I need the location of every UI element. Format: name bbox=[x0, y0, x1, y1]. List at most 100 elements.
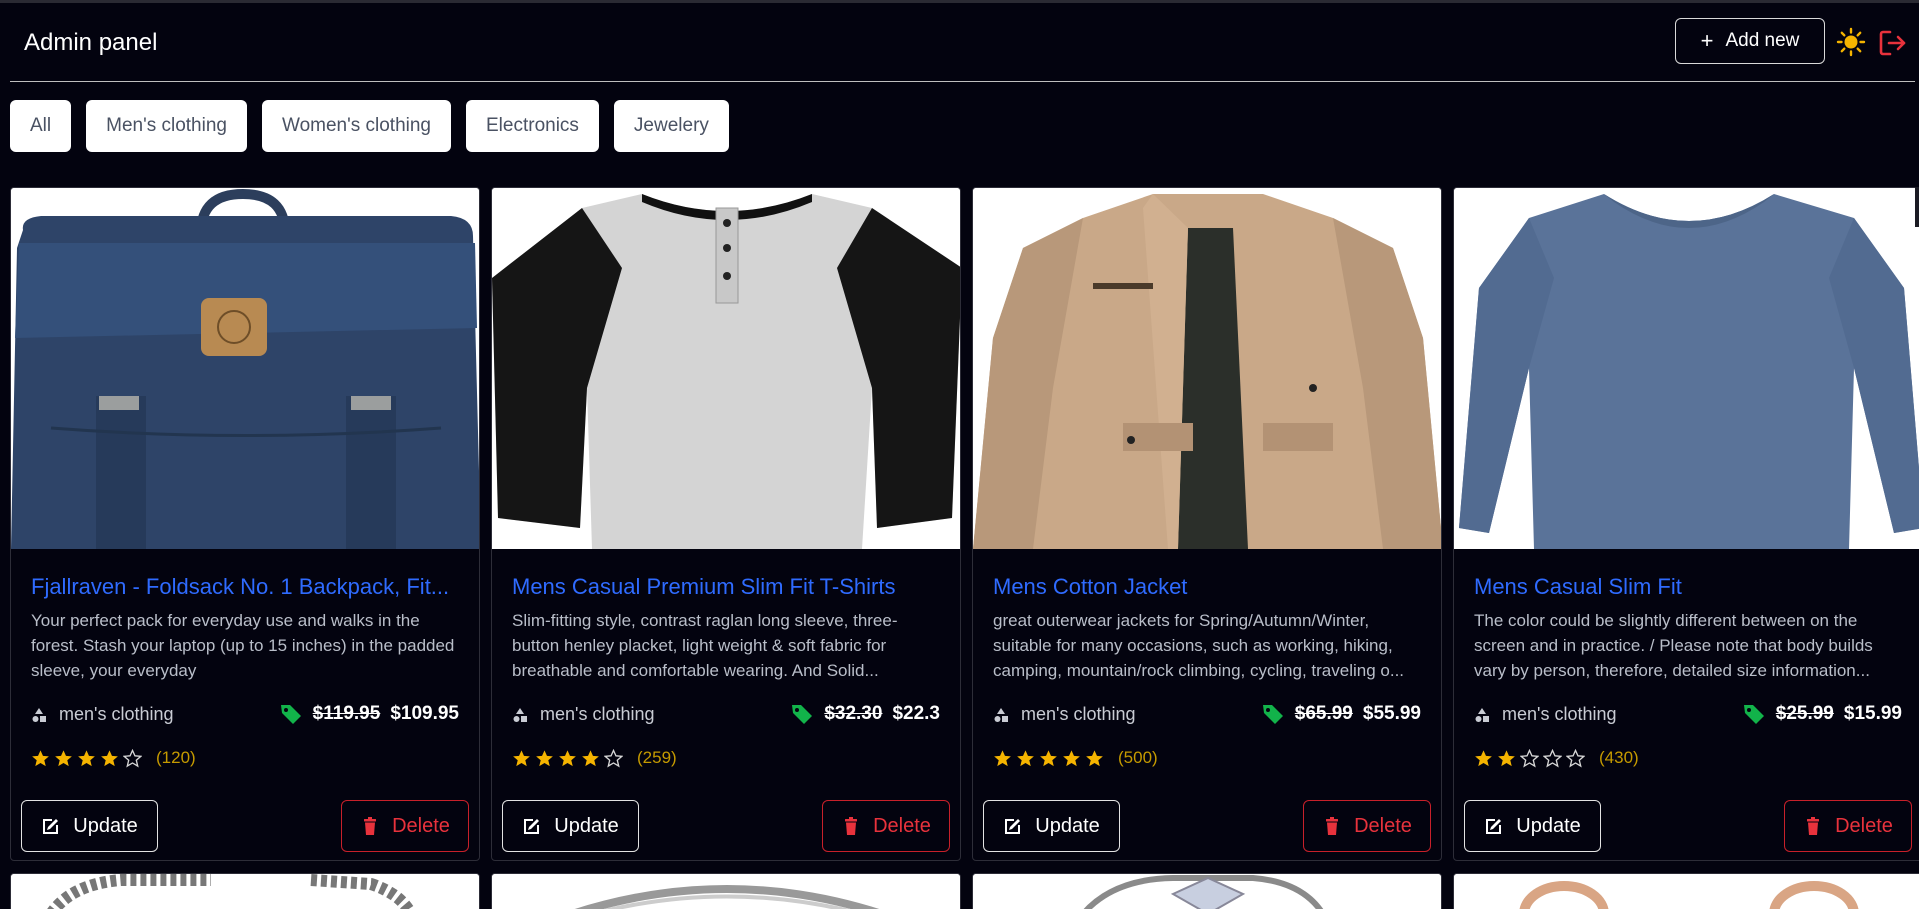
star-filled-icon bbox=[994, 749, 1011, 766]
star-filled-icon bbox=[1017, 749, 1034, 766]
page-title: Admin panel bbox=[24, 29, 158, 56]
update-label: Update bbox=[1035, 814, 1100, 837]
shapes-icon bbox=[513, 707, 527, 722]
product-image-diamond-ring[interactable] bbox=[972, 873, 1442, 909]
delete-button[interactable]: Delete bbox=[1784, 800, 1912, 852]
product-category: men's clothing bbox=[993, 704, 1136, 725]
delete-button[interactable]: Delete bbox=[822, 800, 950, 852]
star-empty-icon bbox=[123, 748, 142, 767]
shapes-icon bbox=[32, 707, 46, 722]
star-empty-icon bbox=[1566, 748, 1585, 767]
sale-price: $109.95 bbox=[390, 703, 459, 724]
product-title[interactable]: Fjallraven - Foldsack No. 1 Backpack, Fi… bbox=[31, 574, 461, 600]
original-price: $119.95 bbox=[312, 703, 381, 724]
star-empty-icon bbox=[604, 748, 623, 767]
update-label: Update bbox=[1516, 814, 1581, 837]
star-filled-icon bbox=[1040, 749, 1057, 766]
product-card: Mens Cotton Jacket great outerwear jacke… bbox=[972, 187, 1442, 861]
category-label: men's clothing bbox=[1021, 704, 1136, 724]
delete-button[interactable]: Delete bbox=[1303, 800, 1431, 852]
product-price: $65.99 $55.99 bbox=[1261, 702, 1421, 726]
star-filled-icon bbox=[1475, 749, 1492, 766]
rating-stars bbox=[31, 748, 142, 768]
product-category: men's clothing bbox=[1474, 704, 1617, 725]
star-filled-icon bbox=[513, 749, 530, 766]
shapes-icon bbox=[1475, 707, 1489, 722]
category-label: men's clothing bbox=[540, 704, 655, 724]
update-button[interactable]: Update bbox=[1464, 800, 1601, 852]
product-title[interactable]: Mens Casual Slim Fit bbox=[1474, 574, 1904, 600]
star-filled-icon bbox=[582, 749, 599, 766]
product-rating: (120) bbox=[31, 748, 196, 768]
product-image-backpack[interactable] bbox=[11, 188, 479, 549]
update-label: Update bbox=[73, 814, 138, 837]
sun-icon[interactable] bbox=[1836, 27, 1866, 57]
product-description: Slim-fitting style, contrast raglan long… bbox=[512, 611, 898, 680]
product-price: $25.99 $15.99 bbox=[1742, 702, 1902, 726]
product-image-earrings[interactable] bbox=[1453, 873, 1919, 909]
product-image-jacket[interactable] bbox=[973, 188, 1441, 549]
original-price: $32.30 bbox=[824, 703, 883, 724]
price-tag-icon bbox=[1262, 705, 1283, 724]
product-description: great outerwear jackets for Spring/Autum… bbox=[993, 611, 1405, 680]
update-button[interactable]: Update bbox=[983, 800, 1120, 852]
price-tag-icon bbox=[1743, 705, 1764, 724]
product-image-ring[interactable] bbox=[491, 873, 961, 909]
product-rating: (259) bbox=[512, 748, 677, 768]
category-filter-bar: All Men's clothing Women's clothing Elec… bbox=[10, 100, 729, 152]
product-description: Your perfect pack for everyday use and w… bbox=[31, 611, 455, 680]
product-category: men's clothing bbox=[512, 704, 655, 725]
edit-icon bbox=[524, 819, 540, 834]
product-rating: (500) bbox=[993, 748, 1158, 768]
delete-button[interactable]: Delete bbox=[341, 800, 469, 852]
star-filled-icon bbox=[78, 749, 95, 766]
update-button[interactable]: Update bbox=[21, 800, 158, 852]
star-filled-icon bbox=[55, 749, 72, 766]
delete-label: Delete bbox=[1354, 814, 1412, 837]
rating-count: (120) bbox=[156, 748, 196, 767]
product-card: Mens Casual Premium Slim Fit T-Shirts Sl… bbox=[491, 187, 961, 861]
plus-icon: + bbox=[1700, 28, 1714, 53]
star-empty-icon bbox=[1520, 748, 1539, 767]
product-image-longsleeve[interactable] bbox=[1454, 188, 1919, 549]
star-filled-icon bbox=[1086, 749, 1103, 766]
trash-icon bbox=[1326, 817, 1339, 835]
app-header: Admin panel + Add new bbox=[0, 3, 1919, 82]
shapes-icon bbox=[994, 707, 1008, 722]
filter-mens-clothing[interactable]: Men's clothing bbox=[86, 100, 247, 152]
category-label: men's clothing bbox=[59, 704, 174, 724]
product-price: $119.95 $109.95 bbox=[279, 702, 459, 726]
edit-icon bbox=[1486, 819, 1502, 834]
update-button[interactable]: Update bbox=[502, 800, 639, 852]
filter-electronics[interactable]: Electronics bbox=[466, 100, 599, 152]
filter-jewelery[interactable]: Jewelery bbox=[613, 100, 729, 152]
product-card: Fjallraven - Foldsack No. 1 Backpack, Fi… bbox=[10, 187, 480, 861]
filter-all[interactable]: All bbox=[10, 100, 72, 152]
product-image-bracelet[interactable] bbox=[10, 873, 480, 909]
star-filled-icon bbox=[559, 749, 576, 766]
filter-womens-clothing[interactable]: Women's clothing bbox=[261, 100, 451, 152]
trash-icon bbox=[364, 817, 377, 835]
product-title[interactable]: Mens Cotton Jacket bbox=[993, 574, 1423, 600]
original-price: $25.99 bbox=[1775, 703, 1834, 724]
product-title[interactable]: Mens Casual Premium Slim Fit T-Shirts bbox=[512, 574, 942, 600]
price-tag-icon bbox=[280, 705, 301, 724]
update-label: Update bbox=[554, 814, 619, 837]
scrollbar-thumb[interactable] bbox=[1915, 187, 1919, 227]
product-image-tshirt[interactable] bbox=[492, 188, 960, 549]
trash-icon bbox=[845, 817, 858, 835]
add-new-button[interactable]: + Add new bbox=[1675, 18, 1825, 64]
rating-count: (500) bbox=[1118, 748, 1158, 767]
category-label: men's clothing bbox=[1502, 704, 1617, 724]
star-filled-icon bbox=[101, 749, 118, 766]
rating-stars bbox=[512, 748, 623, 768]
logout-icon[interactable] bbox=[1878, 28, 1908, 58]
rating-stars bbox=[1474, 748, 1585, 768]
edit-icon bbox=[1005, 819, 1021, 834]
star-filled-icon bbox=[32, 749, 49, 766]
rating-count: (259) bbox=[637, 748, 677, 767]
rating-count: (430) bbox=[1599, 748, 1639, 767]
product-category: men's clothing bbox=[31, 704, 174, 725]
star-empty-icon bbox=[1543, 748, 1562, 767]
product-price: $32.30 $22.3 bbox=[790, 702, 940, 726]
